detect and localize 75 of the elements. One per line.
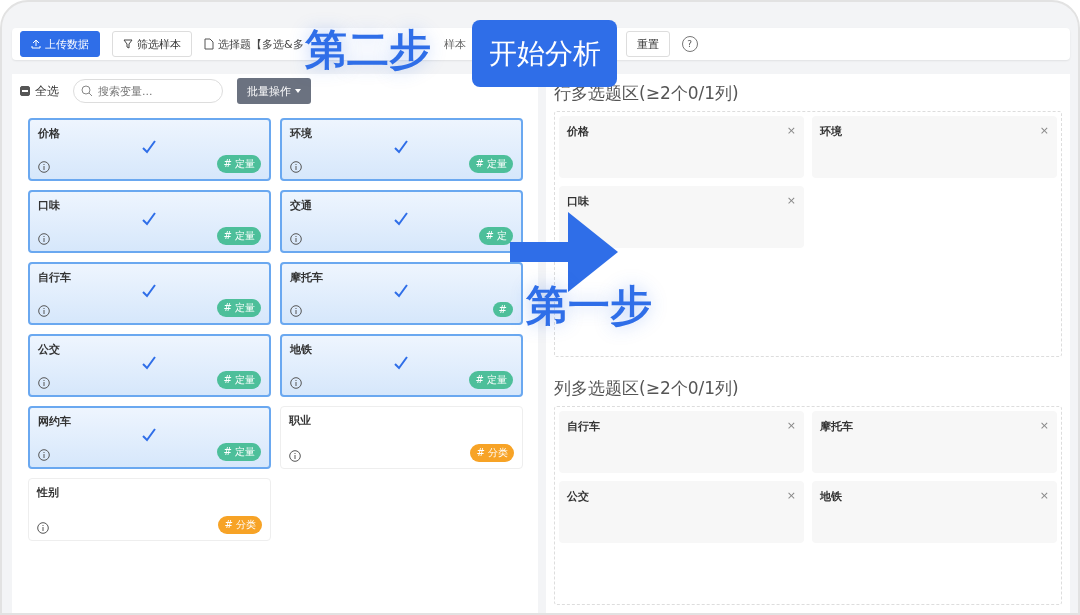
info-icon[interactable] <box>290 305 302 317</box>
item-name: 环境 <box>820 124 842 140</box>
item-name: 口味 <box>567 194 589 210</box>
variable-name: 交通 <box>290 198 313 213</box>
type-tag: # 定量 <box>217 155 261 173</box>
filter-button[interactable]: 筛选样本 <box>112 31 192 57</box>
type-tag: # 定量 <box>217 227 261 245</box>
type-tag: # 定量 <box>469 155 513 173</box>
item-name: 摩托车 <box>820 419 853 435</box>
variable-name: 公交 <box>38 342 61 357</box>
variable-name: 口味 <box>38 198 61 213</box>
type-tag: # <box>492 302 513 317</box>
info-icon[interactable] <box>38 233 50 245</box>
type-tag: # 定量 <box>217 299 261 317</box>
item-name: 地铁 <box>820 489 842 505</box>
info-icon[interactable] <box>38 305 50 317</box>
variable-name: 环境 <box>290 126 313 141</box>
info-icon[interactable] <box>38 377 50 389</box>
variable-card[interactable]: 网约车 # 定量 <box>28 406 271 469</box>
variable-name: 网约车 <box>38 414 72 429</box>
info-icon[interactable] <box>37 522 49 534</box>
variable-card[interactable]: 交通 # 定 <box>280 190 523 253</box>
upload-button[interactable]: 上传数据 <box>20 31 100 57</box>
variable-card[interactable]: 公交 # 定量 <box>28 334 271 397</box>
check-icon <box>142 356 156 370</box>
check-icon <box>142 212 156 226</box>
variable-card[interactable]: 价格 # 定量 <box>28 118 271 181</box>
variable-name: 性别 <box>37 485 60 500</box>
variable-name: 职业 <box>289 413 312 428</box>
check-icon <box>394 356 408 370</box>
check-icon <box>394 284 408 298</box>
step-label: 第二步 <box>305 24 431 76</box>
type-tag: # 分类 <box>470 444 514 462</box>
batch-operation-button[interactable]: 批量操作 <box>237 78 311 104</box>
select-all-checkbox[interactable]: 全选 <box>20 82 59 100</box>
variable-name: 价格 <box>38 126 61 141</box>
check-icon <box>394 140 408 154</box>
check-icon <box>394 212 408 226</box>
caret-icon <box>295 89 301 93</box>
type-tag: # 定量 <box>217 371 261 389</box>
info-icon[interactable] <box>290 377 302 389</box>
upload-icon <box>31 39 41 49</box>
variable-card[interactable]: 性别 # 分类 <box>28 478 271 541</box>
variable-name: 摩托车 <box>290 270 324 285</box>
type-tag: # 分类 <box>218 516 262 534</box>
variable-name: 自行车 <box>38 270 72 285</box>
check-icon <box>142 140 156 154</box>
item-name: 价格 <box>567 124 589 140</box>
search-field[interactable]: 搜索变量... <box>73 79 223 103</box>
type-tag: # 定量 <box>217 443 261 461</box>
item-name: 自行车 <box>567 419 600 435</box>
variable-name: 地铁 <box>290 342 313 357</box>
variable-card[interactable]: 自行车 # 定量 <box>28 262 271 325</box>
reset-button[interactable]: 重置 <box>625 31 670 57</box>
type-tag: # 定量 <box>469 371 513 389</box>
type-tag: # 定 <box>479 227 513 245</box>
zone-title: 列多选题区(≥2个0/1列) <box>554 377 740 400</box>
item-name: 公交 <box>567 489 589 505</box>
info-icon[interactable] <box>38 161 50 173</box>
check-icon <box>142 284 156 298</box>
variable-card[interactable]: 摩托车 # <box>280 262 523 325</box>
info-icon[interactable] <box>38 449 50 461</box>
variable-card[interactable]: 地铁 # 定量 <box>280 334 523 397</box>
variable-card[interactable]: 职业 # 分类 <box>280 406 523 469</box>
document-icon <box>204 38 214 50</box>
question-type-label: 选择题【多选&多 <box>218 36 304 52</box>
info-icon[interactable] <box>290 233 302 245</box>
step-label: 第一步 <box>526 280 652 332</box>
variable-card[interactable]: 口味 # 定量 <box>28 190 271 253</box>
info-icon[interactable] <box>290 161 302 173</box>
info-icon[interactable] <box>289 450 301 462</box>
sample-label: 样本 <box>443 36 466 52</box>
filter-icon <box>123 39 133 49</box>
variable-card[interactable]: 环境 # 定量 <box>280 118 523 181</box>
check-icon <box>142 428 156 442</box>
